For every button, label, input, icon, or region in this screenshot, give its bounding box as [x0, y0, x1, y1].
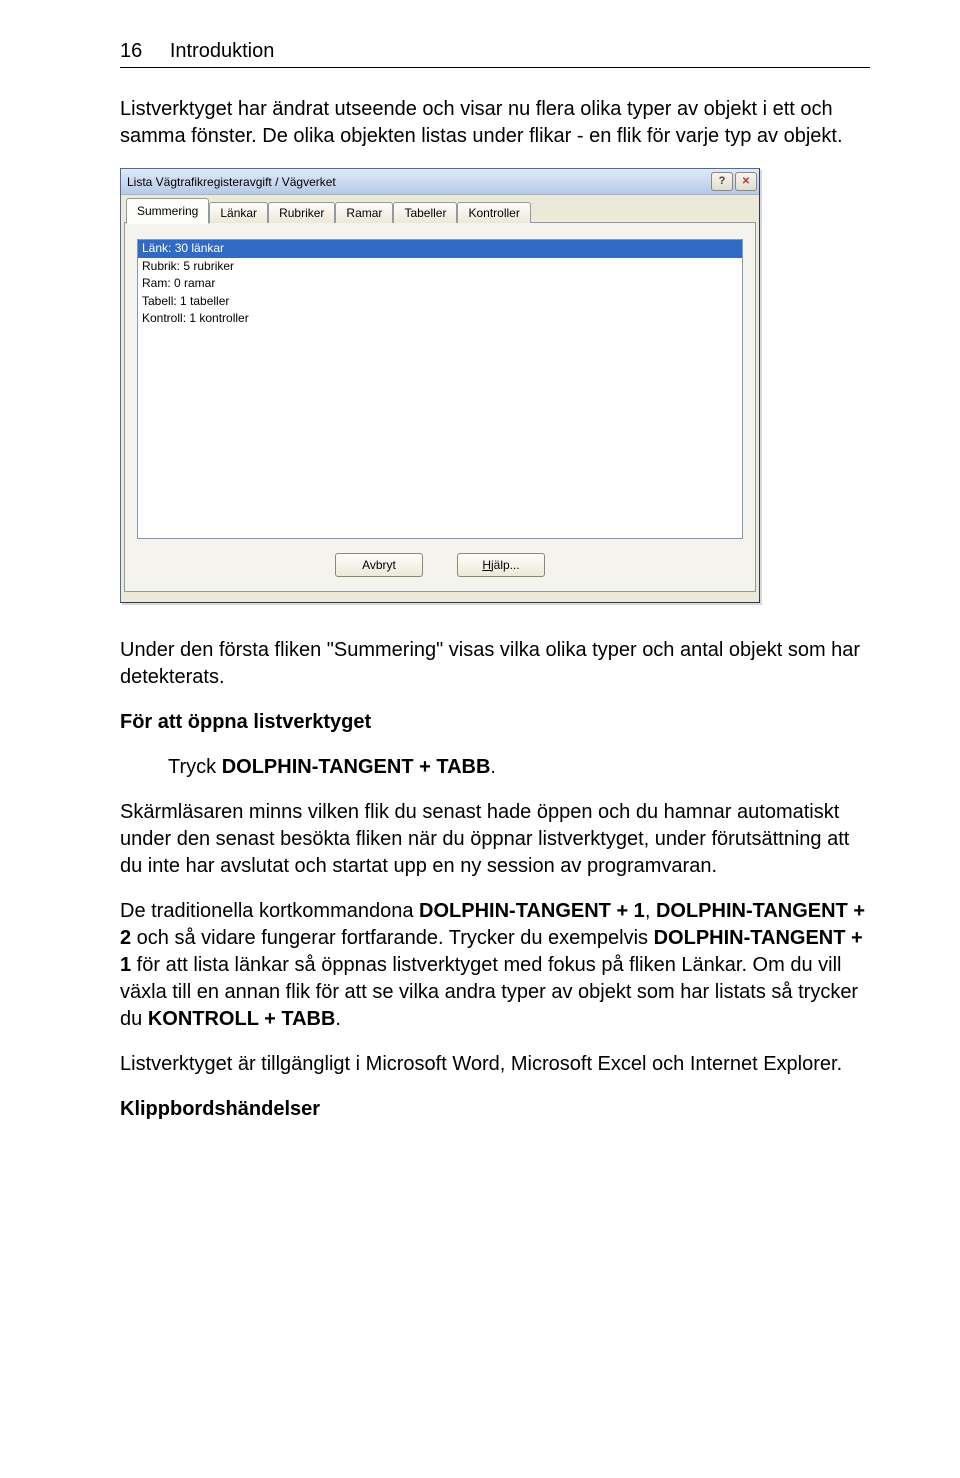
- help-button-label: jälp...: [491, 558, 520, 572]
- kbd-ctrl-tab: KONTROLL + TABB: [148, 1008, 336, 1030]
- text: .: [490, 756, 496, 778]
- cancel-button-label: Avbryt: [362, 558, 396, 572]
- tab-panel: Länk: 30 länkar Rubrik: 5 rubriker Ram: …: [124, 222, 756, 592]
- kbd-dolphin-tab: DOLPHIN-TANGENT + TABB: [222, 756, 491, 778]
- list-item[interactable]: Ram: 0 ramar: [138, 275, 742, 293]
- list-tool-dialog: Lista Vägtrafikregisteravgift / Vägverke…: [120, 168, 760, 603]
- list-item[interactable]: Rubrik: 5 rubriker: [138, 258, 742, 276]
- page: 16 Introduktion Listverktyget har ändrat…: [0, 0, 960, 1169]
- list-item[interactable]: Kontroll: 1 kontroller: [138, 310, 742, 328]
- text: Tryck: [168, 756, 222, 778]
- tab-summering[interactable]: Summering: [126, 198, 209, 224]
- memory-paragraph: Skärmläsaren minns vilken flik du senast…: [120, 799, 870, 880]
- page-header: 16 Introduktion: [120, 40, 870, 68]
- page-number: 16: [120, 40, 142, 62]
- list-item[interactable]: Tabell: 1 tabeller: [138, 293, 742, 311]
- text: .: [335, 1008, 341, 1030]
- close-icon[interactable]: [735, 172, 757, 191]
- shortcuts-paragraph: De traditionella kortkommandona DOLPHIN-…: [120, 898, 870, 1033]
- tab-kontroller[interactable]: Kontroller: [457, 202, 530, 223]
- chapter-title: Introduktion: [170, 40, 275, 62]
- tab-rubriker[interactable]: Rubriker: [268, 202, 335, 223]
- list-item[interactable]: Länk: 30 länkar: [138, 240, 742, 258]
- summary-listbox[interactable]: Länk: 30 länkar Rubrik: 5 rubriker Ram: …: [137, 239, 743, 539]
- tab-lankar[interactable]: Länkar: [209, 202, 268, 223]
- after-dialog-paragraph: Under den första fliken "Summering" visa…: [120, 637, 870, 691]
- text: och så vidare fungerar fortfarande. Tryc…: [131, 927, 653, 949]
- open-listtool-instruction: Tryck DOLPHIN-TANGENT + TABB.: [168, 754, 870, 781]
- help-button[interactable]: Hjälp...: [457, 553, 545, 577]
- tab-ramar[interactable]: Ramar: [335, 202, 393, 223]
- text: De traditionella kortkommandona: [120, 900, 419, 922]
- text: ,: [645, 900, 656, 922]
- kbd-dolphin-1: DOLPHIN-TANGENT + 1: [419, 900, 645, 922]
- help-icon[interactable]: [711, 172, 733, 191]
- window-controls: [711, 172, 757, 191]
- section-heading-clipboard: Klippbordshändelser: [120, 1098, 870, 1121]
- tab-tabeller[interactable]: Tabeller: [393, 202, 457, 223]
- intro-paragraph: Listverktyget har ändrat utseende och vi…: [120, 96, 870, 150]
- cancel-button[interactable]: Avbryt: [335, 553, 423, 577]
- availability-paragraph: Listverktyget är tillgängligt i Microsof…: [120, 1051, 870, 1078]
- dialog-titlebar[interactable]: Lista Vägtrafikregisteravgift / Vägverke…: [121, 169, 759, 195]
- dialog-title: Lista Vägtrafikregisteravgift / Vägverke…: [127, 175, 336, 189]
- dialog-button-row: Avbryt Hjälp...: [137, 553, 743, 577]
- dialog-client-area: Summering Länkar Rubriker Ramar Tabeller…: [121, 195, 759, 602]
- tab-strip: Summering Länkar Rubriker Ramar Tabeller…: [124, 198, 756, 223]
- open-listtool-heading: För att öppna listverktyget: [120, 709, 870, 736]
